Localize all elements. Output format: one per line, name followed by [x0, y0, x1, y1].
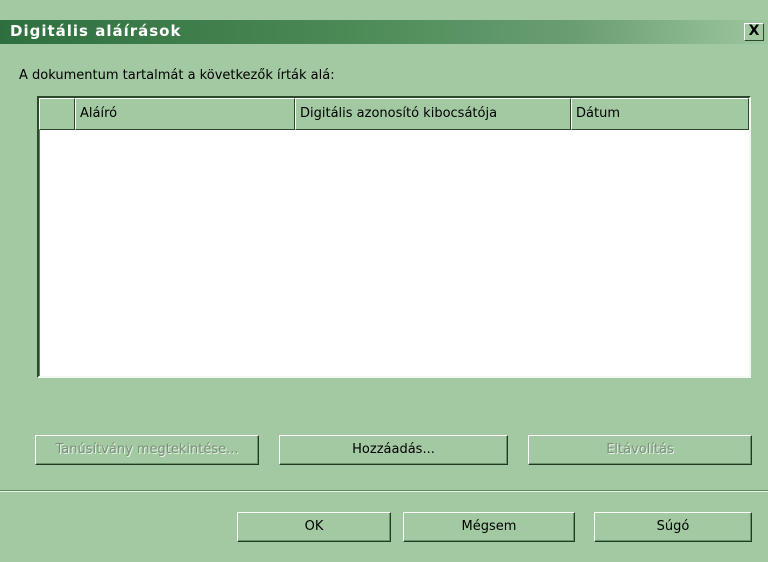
remove-label: Eltávolítás	[606, 442, 674, 457]
dialog-title: Digitális aláírások	[10, 22, 182, 40]
cancel-label: Mégsem	[461, 519, 517, 534]
view-certificate-label: Tanúsítvány megtekintése...	[55, 442, 239, 457]
signatures-list[interactable]: Aláíró Digitális azonosító kibocsátója D…	[37, 96, 751, 378]
title-bar[interactable]: Digitális aláírások X	[0, 20, 768, 44]
help-button[interactable]: Súgó	[594, 512, 752, 542]
column-header-issuer[interactable]: Digitális azonosító kibocsátója	[295, 98, 571, 130]
add-button[interactable]: Hozzáadás...	[279, 435, 508, 465]
add-label: Hozzáadás...	[352, 442, 435, 457]
close-button[interactable]: X	[744, 23, 764, 41]
separator-line	[0, 490, 768, 492]
ok-label: OK	[304, 519, 324, 534]
remove-button[interactable]: Eltávolítás	[528, 435, 752, 465]
column-header-icon[interactable]	[39, 98, 75, 130]
view-certificate-button[interactable]: Tanúsítvány megtekintése...	[35, 435, 259, 465]
column-header-signer[interactable]: Aláíró	[75, 98, 295, 130]
list-header: Aláíró Digitális azonosító kibocsátója D…	[39, 98, 749, 130]
column-header-date[interactable]: Dátum	[571, 98, 749, 130]
digital-signatures-dialog: Digitális aláírások X A dokumentum tarta…	[0, 0, 768, 562]
help-label: Súgó	[656, 519, 690, 534]
cancel-button[interactable]: Mégsem	[403, 512, 575, 542]
signers-label: A dokumentum tartalmát a következők írtá…	[19, 68, 335, 83]
close-icon: X	[748, 23, 760, 39]
ok-button[interactable]: OK	[237, 512, 391, 542]
